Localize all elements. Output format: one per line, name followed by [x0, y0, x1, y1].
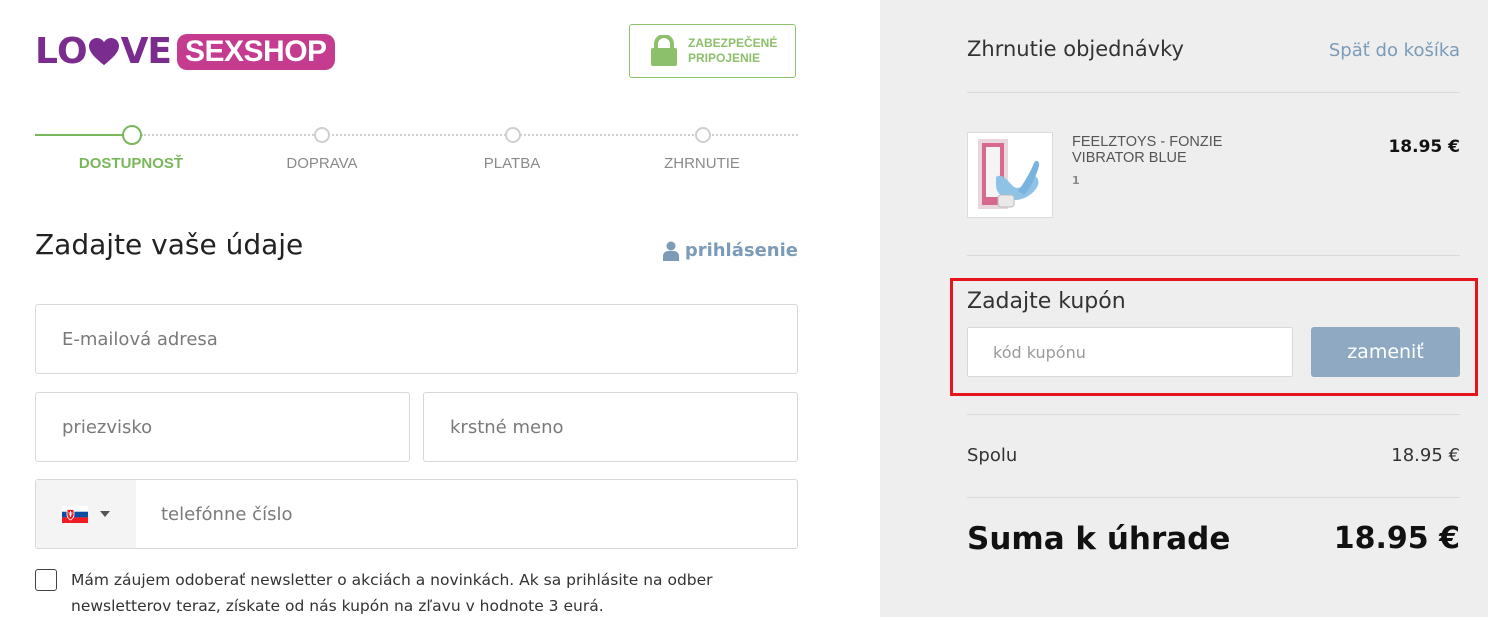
- checkout-progress: DOSTUPNOSŤ DOPRAVA PLATBA ZHRNUTIE: [35, 124, 798, 184]
- redeem-coupon-button[interactable]: zameniť: [1311, 327, 1460, 377]
- logo-love-text: LO VE: [35, 31, 172, 72]
- step-label-payment[interactable]: PLATBA: [484, 155, 540, 172]
- product-quantity: 1: [1072, 174, 1080, 187]
- logo-letters-ve: VE: [120, 31, 172, 72]
- secure-text: ZABEZPEČENÉ PRIPOJENIE: [688, 36, 777, 66]
- back-to-cart-link[interactable]: Späť do košíka: [1329, 40, 1460, 61]
- product-image: [978, 139, 1040, 209]
- newsletter-checkbox[interactable]: [35, 569, 57, 591]
- summary-title: Zhrnutie objednávky: [967, 37, 1184, 61]
- coupon-title: Zadajte kupón: [967, 289, 1126, 314]
- user-icon: [662, 241, 679, 261]
- logo-letter-o: O: [56, 31, 88, 72]
- coupon-input[interactable]: [968, 328, 1292, 376]
- phone-field[interactable]: [35, 479, 798, 549]
- heart-icon: [88, 37, 119, 66]
- slovakia-flag-icon: [62, 505, 88, 523]
- phone-input[interactable]: [36, 480, 797, 548]
- product-thumbnail[interactable]: [967, 132, 1053, 218]
- step-dot-shipping: [314, 127, 330, 143]
- newsletter-consent: Mám záujem odoberať newsletter o akciách…: [35, 569, 798, 619]
- store-logo[interactable]: LO VE SEXSHOP: [35, 32, 335, 72]
- lock-icon: [651, 35, 677, 66]
- step-label-summary[interactable]: ZHRNUTIE: [664, 155, 740, 172]
- order-summary-panel: Zhrnutie objednávky Späť do košíka FEELZ…: [880, 0, 1488, 617]
- step-label-shipping[interactable]: DOPRAVA: [286, 155, 357, 172]
- product-name[interactable]: FEELZTOYS - FONZIE VIBRATOR BLUE: [1072, 134, 1252, 166]
- surname-input[interactable]: [36, 393, 409, 461]
- email-field[interactable]: [35, 304, 798, 374]
- step-dot-availability: [122, 125, 142, 145]
- product-price: 18.95 €: [1388, 137, 1460, 157]
- step-label-availability[interactable]: DOSTUPNOSŤ: [79, 155, 183, 172]
- progress-line-done: [35, 134, 123, 136]
- subtotal-label: Spolu: [967, 445, 1018, 466]
- email-input[interactable]: [36, 305, 797, 373]
- logo-letter-l: L: [35, 31, 58, 72]
- divider: [967, 92, 1460, 93]
- divider: [967, 255, 1460, 256]
- total-label: Suma k úhrade: [967, 521, 1231, 557]
- step-dot-summary: [695, 127, 711, 143]
- login-link[interactable]: prihlásenie: [662, 240, 798, 261]
- firstname-field[interactable]: [423, 392, 798, 462]
- subtotal-value: 18.95 €: [1391, 445, 1460, 466]
- country-code-select[interactable]: [36, 480, 136, 548]
- secure-line-1: ZABEZPEČENÉ: [688, 36, 778, 50]
- firstname-input[interactable]: [424, 393, 797, 461]
- step-dot-payment: [505, 127, 521, 143]
- logo-shop-text: SEXSHOP: [177, 34, 335, 70]
- secure-line-2: PRIPOJENIE: [688, 51, 761, 65]
- divider: [967, 497, 1460, 498]
- divider: [967, 414, 1460, 415]
- checkout-form-panel: LO VE SEXSHOP ZABEZPEČENÉ PRIPOJENIE DOS…: [0, 0, 880, 617]
- total-value: 18.95 €: [1333, 521, 1460, 556]
- login-link-label: prihlásenie: [684, 240, 798, 261]
- surname-field[interactable]: [35, 392, 410, 462]
- coupon-field[interactable]: [967, 327, 1293, 377]
- newsletter-text: Mám záujem odoberať newsletter o akciách…: [71, 571, 713, 615]
- page-title: Zadajte vaše údaje: [35, 228, 304, 261]
- chevron-down-icon: [100, 511, 110, 517]
- secure-connection-badge: ZABEZPEČENÉ PRIPOJENIE: [629, 24, 796, 78]
